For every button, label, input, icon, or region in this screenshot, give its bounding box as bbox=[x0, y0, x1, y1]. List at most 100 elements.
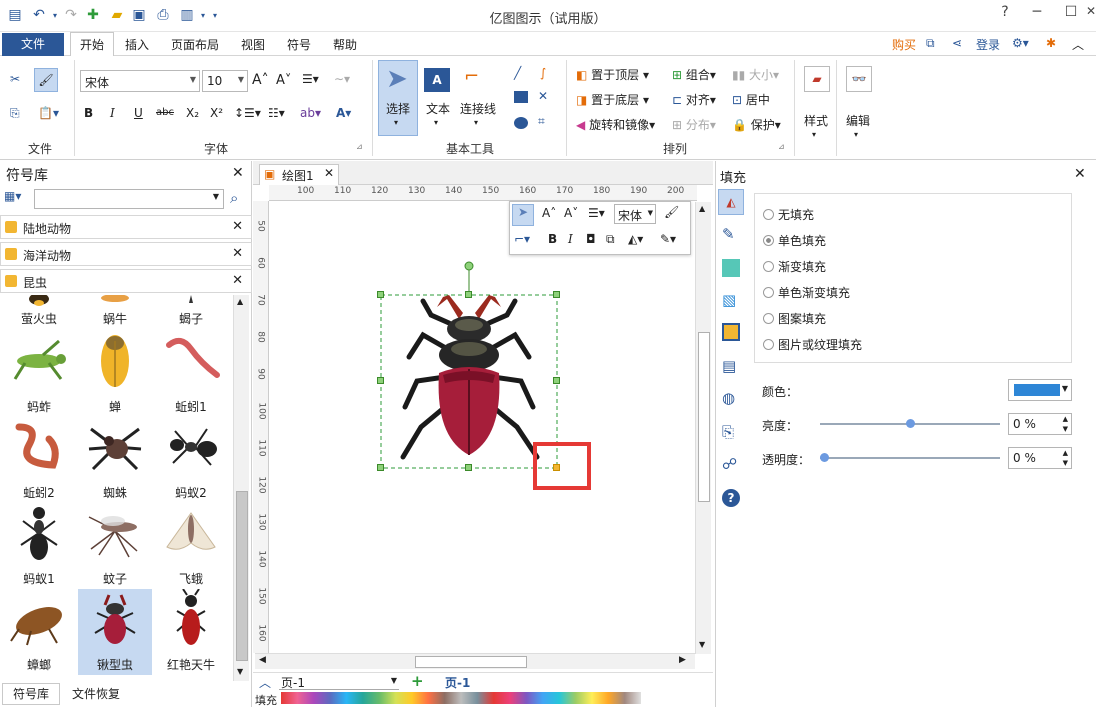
tab-file-recovery[interactable]: 文件恢复 bbox=[72, 685, 120, 702]
center-button[interactable]: ⊡ 居中 bbox=[732, 91, 770, 108]
point-tool-icon[interactable]: ✕ bbox=[538, 89, 548, 103]
italic-icon[interactable]: I bbox=[110, 106, 115, 120]
vscroll-down-icon[interactable]: ▼ bbox=[699, 640, 705, 649]
rotate-mirror-button[interactable]: ◀ 旋转和镜像▾ bbox=[576, 116, 655, 133]
symbol-firefly[interactable]: 萤火虫 bbox=[2, 295, 76, 329]
symbol-earthworm1[interactable]: 蚯蚓1 bbox=[154, 331, 228, 417]
radio-single-gradient-fill[interactable]: 单色渐变填充 bbox=[763, 284, 850, 301]
arrange-dialog-launcher-icon[interactable]: ⊿ bbox=[778, 142, 785, 151]
search-icon[interactable]: ⌕ bbox=[230, 189, 238, 207]
mini-format-painter-icon[interactable]: 🖌 bbox=[664, 205, 679, 219]
shadow-tab-icon[interactable] bbox=[722, 259, 740, 277]
align-button[interactable]: ⊏ 对齐▾ bbox=[672, 91, 716, 108]
style-icon[interactable]: ▰ bbox=[804, 66, 830, 92]
hscroll-thumb[interactable] bbox=[415, 656, 527, 668]
resize-handle-s[interactable] bbox=[465, 464, 472, 471]
radio-pattern-fill[interactable]: 图案填充 bbox=[763, 310, 826, 327]
symbol-scorpion[interactable]: 蝎子 bbox=[154, 295, 228, 329]
library-menu-icon[interactable]: ▦▾ bbox=[4, 189, 21, 203]
app-star-icon[interactable]: ✱ bbox=[1046, 36, 1056, 50]
size-button[interactable]: ▮▮ 大小▾ bbox=[732, 66, 779, 83]
font-color-icon[interactable]: A▾ bbox=[336, 106, 351, 120]
resize-handle-e[interactable] bbox=[553, 377, 560, 384]
color-swatches[interactable] bbox=[281, 692, 641, 704]
bold-icon[interactable]: B bbox=[84, 106, 93, 120]
page-select[interactable]: 页-1 ▼ bbox=[279, 674, 399, 690]
hyperlink-tab-icon[interactable]: ◍ bbox=[722, 389, 735, 407]
share-icon[interactable]: ⋖ bbox=[952, 36, 962, 50]
tab-view[interactable]: 视图 bbox=[241, 36, 265, 53]
cut-icon[interactable]: ✂ bbox=[10, 72, 20, 86]
search-input[interactable]: ▼ bbox=[34, 189, 224, 209]
transparency-slider[interactable] bbox=[820, 453, 1000, 462]
text-dropdown-icon[interactable]: ▾ bbox=[434, 118, 438, 127]
style-button[interactable]: 样式 bbox=[804, 112, 828, 129]
radio-picture-fill[interactable]: 图片或纹理填充 bbox=[763, 336, 862, 353]
brightness-slider[interactable] bbox=[820, 419, 1000, 428]
underline-icon[interactable]: U bbox=[134, 106, 143, 120]
curve-tool-icon[interactable]: ∫ bbox=[540, 66, 546, 80]
symbol-red-longhorn[interactable]: 红艳天牛 bbox=[154, 589, 228, 675]
text-tool-label[interactable]: 文本 bbox=[426, 100, 450, 117]
superscript-icon[interactable]: X² bbox=[210, 106, 223, 120]
page-nav-up-icon[interactable]: ︿ bbox=[259, 674, 271, 691]
vscroll-up-icon[interactable]: ▲ bbox=[699, 204, 705, 213]
mini-group-icon[interactable]: ⧉ bbox=[606, 232, 615, 247]
library-close-icon[interactable]: ✕ bbox=[232, 219, 243, 234]
mini-line-style-icon[interactable]: ✎▾ bbox=[660, 232, 676, 246]
font-size-select[interactable]: 10 ▼ bbox=[202, 70, 248, 92]
group-button[interactable]: ⊞ 组合▾ bbox=[672, 66, 716, 83]
send-to-back-button[interactable]: ◨ 置于底层 ▾ bbox=[576, 91, 649, 108]
radio-solid-fill[interactable]: 单色填充 bbox=[763, 232, 826, 249]
symbol-ant2[interactable]: 蚂蚁2 bbox=[154, 417, 228, 503]
brightness-spinner[interactable]: 0 % ▲ ▼ bbox=[1008, 413, 1072, 435]
symbol-grasshopper[interactable]: 蚂蚱 bbox=[2, 331, 76, 417]
align-text-icon[interactable]: ☰▾ bbox=[302, 72, 319, 86]
find-binoculars-icon[interactable]: 👓 bbox=[846, 66, 872, 92]
library-close-icon[interactable]: ✕ bbox=[232, 246, 243, 261]
document-tab-close-icon[interactable]: ✕ bbox=[324, 166, 334, 180]
symbol-cockroach[interactable]: 蟑螂 bbox=[2, 589, 76, 675]
highlight-icon[interactable]: ab▾ bbox=[300, 106, 321, 120]
size-tab-icon[interactable] bbox=[722, 323, 740, 341]
radio-no-fill[interactable]: 无填充 bbox=[763, 206, 814, 223]
protect-button[interactable]: 🔒 保护▾ bbox=[732, 116, 781, 133]
font-dialog-launcher-icon[interactable]: ⊿ bbox=[356, 142, 363, 151]
tab-help[interactable]: 帮助 bbox=[333, 36, 357, 53]
distribute-button[interactable]: ⊞ 分布▾ bbox=[672, 116, 716, 133]
symbol-stag-beetle[interactable]: 锹型虫 bbox=[78, 589, 152, 675]
document-tab[interactable]: ▣ 绘图1 ✕ bbox=[259, 164, 339, 185]
hscroll-right-icon[interactable]: ▶ bbox=[679, 655, 686, 665]
scroll-up-icon[interactable]: ▲ bbox=[237, 297, 243, 306]
mini-shape-icon[interactable]: ◘ bbox=[586, 232, 596, 246]
strikethrough-icon[interactable]: abc bbox=[156, 107, 174, 118]
edit-dropdown-icon[interactable]: ▾ bbox=[854, 130, 858, 139]
brightness-slider-thumb[interactable] bbox=[906, 419, 915, 428]
symbol-mosquito[interactable]: 蚊子 bbox=[78, 503, 152, 589]
radio-gradient-fill[interactable]: 渐变填充 bbox=[763, 258, 826, 275]
library-scrollbar[interactable]: ▲ ▼ bbox=[233, 295, 249, 681]
canvas-hscrollbar[interactable]: ◀ ▶ bbox=[255, 653, 695, 669]
tab-symbol-library[interactable]: 符号库 bbox=[2, 683, 60, 705]
library-sea-animals[interactable]: 海洋动物 ✕ bbox=[0, 242, 252, 266]
bring-to-front-button[interactable]: ◧ 置于顶层 ▾ bbox=[576, 66, 649, 83]
login-link[interactable]: 登录 bbox=[976, 36, 1000, 53]
fill-panel-close-icon[interactable]: ✕ bbox=[1074, 166, 1086, 182]
vscroll-thumb[interactable] bbox=[698, 332, 710, 502]
resize-handle-ne[interactable] bbox=[553, 291, 560, 298]
page-tab-icon[interactable]: ▤ bbox=[722, 357, 736, 375]
minimize-icon[interactable]: ─ bbox=[1026, 4, 1048, 24]
ellipse-tool-icon[interactable] bbox=[514, 117, 528, 129]
mini-bold-icon[interactable]: B bbox=[548, 232, 557, 246]
symbol-moth[interactable]: 飞蛾 bbox=[154, 503, 228, 589]
scroll-down-icon[interactable]: ▼ bbox=[237, 667, 243, 676]
bullets-icon[interactable]: ☷▾ bbox=[268, 106, 285, 120]
shrink-font-icon[interactable]: A˅ bbox=[276, 73, 291, 88]
symbol-ant1[interactable]: 蚂蚁1 bbox=[2, 503, 76, 589]
image-tab-icon[interactable]: ▧ bbox=[722, 291, 736, 309]
library-land-animals[interactable]: 陆地动物 ✕ bbox=[0, 215, 252, 239]
mini-select-icon[interactable]: ➤ bbox=[512, 204, 534, 226]
connector-tool-icon[interactable]: ⌐ bbox=[464, 66, 479, 87]
mini-font-select[interactable]: 宋体 ▼ bbox=[614, 204, 656, 224]
symbol-snail[interactable]: 蜗牛 bbox=[78, 295, 152, 329]
